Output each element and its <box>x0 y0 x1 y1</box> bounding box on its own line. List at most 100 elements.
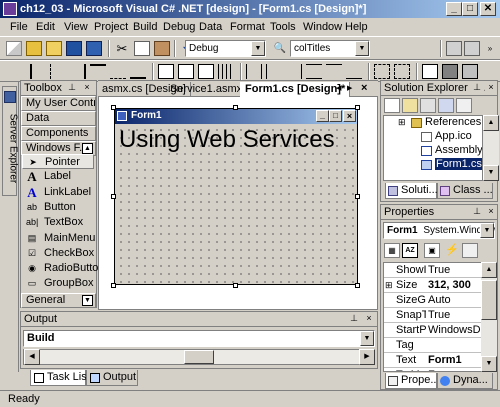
tab-output[interactable]: Output <box>86 370 138 386</box>
minimize-button[interactable]: _ <box>446 2 462 16</box>
tab-scroll-left-icon[interactable]: ◀ <box>336 84 341 92</box>
menu-debug[interactable]: Debug <box>163 21 195 33</box>
property-pages-2-icon[interactable] <box>462 243 478 258</box>
save-icon[interactable] <box>66 41 82 56</box>
pin-icon[interactable]: ⊥ <box>66 82 78 94</box>
cut-icon[interactable]: ✂ <box>114 41 130 56</box>
output-text-area[interactable]: ◀ ▶ <box>23 349 375 365</box>
designed-form[interactable]: Form1 _ □ × Using Web Services <box>114 108 358 285</box>
view-designer-icon[interactable] <box>402 98 418 113</box>
make-same-width-icon[interactable] <box>158 64 174 79</box>
align-bottom-icon[interactable] <box>130 64 146 79</box>
find-combo[interactable]: colTitles ▼ <box>290 40 370 57</box>
menu-data[interactable]: Data <box>199 21 222 33</box>
toolbox-item-checkbox[interactable]: ☑ CheckBox <box>22 246 94 261</box>
close-icon[interactable]: × <box>363 313 375 325</box>
resize-handle[interactable] <box>355 105 360 110</box>
chevron-down-icon[interactable]: ▼ <box>355 41 369 56</box>
chevron-down-icon[interactable]: ▼ <box>480 223 494 238</box>
tab-solution[interactable]: Soluti... <box>385 183 438 199</box>
toolbox-item-pointer[interactable]: ➤ Pointer <box>22 154 94 169</box>
properties-icon[interactable] <box>464 41 480 56</box>
pin-icon[interactable]: ⊥ <box>348 313 360 325</box>
increase-vspacing-icon[interactable] <box>326 64 342 79</box>
doc-tab-form1-design[interactable]: Form1.cs [Design]* <box>240 82 351 97</box>
events-icon[interactable]: ⚡ <box>444 243 460 258</box>
solution-explorer-icon[interactable] <box>446 41 462 56</box>
menu-tools[interactable]: Tools <box>270 21 296 33</box>
tree-item-references[interactable]: References <box>425 116 481 128</box>
resize-handle[interactable] <box>355 283 360 288</box>
output-source-combo[interactable]: Build ▼ <box>23 330 375 347</box>
output-hscroll-thumb[interactable] <box>184 350 214 364</box>
new-project-icon[interactable] <box>6 41 22 56</box>
menu-view[interactable]: View <box>64 21 88 33</box>
add-item-icon[interactable] <box>26 41 42 56</box>
collapse-icon[interactable]: ⊞ <box>398 117 406 128</box>
scroll-up-icon[interactable]: ▲ <box>483 115 499 131</box>
scroll-left-icon[interactable]: ◀ <box>24 349 40 365</box>
properties-vscroll[interactable]: ▲ ▼ <box>481 262 497 372</box>
toolbox-item-button[interactable]: ab Button <box>22 200 94 215</box>
view-code-icon[interactable] <box>384 98 400 113</box>
refresh-icon[interactable] <box>420 98 436 113</box>
toolbox-item-label[interactable]: A Label <box>22 169 94 184</box>
tab-dynamic-help[interactable]: Dyna... <box>437 373 493 389</box>
toolbox-tab-data[interactable]: Data <box>21 111 96 126</box>
toolbox-item-mainmenu[interactable]: ▤ MainMenu <box>22 231 96 246</box>
bring-to-front-icon[interactable] <box>422 64 438 79</box>
scroll-up-icon[interactable]: ▲ <box>481 262 497 278</box>
resize-handle[interactable] <box>233 283 238 288</box>
tree-item-app-ico[interactable]: App.ico <box>435 130 472 142</box>
chevron-down-icon[interactable]: ▼ <box>251 41 265 56</box>
menu-format[interactable]: Format <box>230 21 265 33</box>
toolbox-item-linklabel[interactable]: A LinkLabel <box>22 185 94 200</box>
toolbox-tab-my-user-controls[interactable]: My User Controls <box>21 96 96 111</box>
scroll-up-icon[interactable]: ▲ <box>82 143 93 154</box>
resize-handle[interactable] <box>111 194 116 199</box>
toolbar-overflow-icon[interactable]: » <box>482 41 498 56</box>
save-all-icon[interactable] <box>86 41 102 56</box>
menu-project[interactable]: Project <box>94 21 128 33</box>
horizontal-spacing-icon[interactable] <box>246 64 262 79</box>
solution-vscroll[interactable]: ▲ ▼ <box>483 115 499 181</box>
properties-object-combo[interactable]: Form1 System.Window ▼ <box>383 222 495 239</box>
menu-build[interactable]: Build <box>133 21 157 33</box>
expand-icon[interactable]: ⊞ <box>385 278 393 292</box>
align-top-icon[interactable] <box>90 64 106 79</box>
properties-icon[interactable] <box>456 98 472 113</box>
make-same-height-icon[interactable] <box>178 64 194 79</box>
center-horizontally-icon[interactable] <box>374 64 390 79</box>
scroll-down-icon[interactable]: ▼ <box>481 356 497 372</box>
tab-class-view[interactable]: Class ... <box>437 183 493 199</box>
pin-icon[interactable]: ⊥ <box>471 206 483 218</box>
align-center-icon[interactable] <box>50 64 66 79</box>
resize-handle[interactable] <box>355 194 360 199</box>
send-to-back-icon[interactable] <box>442 64 458 79</box>
decrease-vspacing-icon[interactable] <box>346 64 362 79</box>
pin-icon[interactable]: ⊥ <box>471 82 483 94</box>
align-middle-icon[interactable] <box>110 64 126 79</box>
close-icon[interactable]: × <box>81 82 93 94</box>
maximize-button[interactable]: □ <box>462 2 478 16</box>
scroll-down-icon[interactable]: ▼ <box>82 295 93 306</box>
close-button[interactable]: ✕ <box>480 2 496 16</box>
increase-spacing-icon[interactable] <box>266 64 282 79</box>
close-icon[interactable]: × <box>485 82 497 94</box>
resize-handle[interactable] <box>111 105 116 110</box>
close-icon[interactable]: × <box>485 206 497 218</box>
tab-properties[interactable]: Prope... <box>385 373 440 389</box>
menu-edit[interactable]: Edit <box>36 21 55 33</box>
menu-file[interactable]: File <box>10 21 28 33</box>
toolbox-item-textbox[interactable]: ab| TextBox <box>22 215 94 230</box>
center-vertically-icon[interactable] <box>394 64 410 79</box>
resize-handle[interactable] <box>233 105 238 110</box>
size-to-grid-icon[interactable] <box>218 64 234 79</box>
properties-vscroll-thumb[interactable] <box>481 280 497 320</box>
decrease-spacing-icon[interactable] <box>286 64 302 79</box>
toolbox-item-groupbox[interactable]: ▭ GroupBox <box>22 276 94 291</box>
toolbox-tab-general[interactable]: General ▼ <box>21 293 96 308</box>
tab-scroll-right-icon[interactable]: ▶ <box>347 84 352 92</box>
app-icon[interactable] <box>3 2 17 16</box>
solution-config-combo[interactable]: Debug ▼ <box>185 40 266 57</box>
